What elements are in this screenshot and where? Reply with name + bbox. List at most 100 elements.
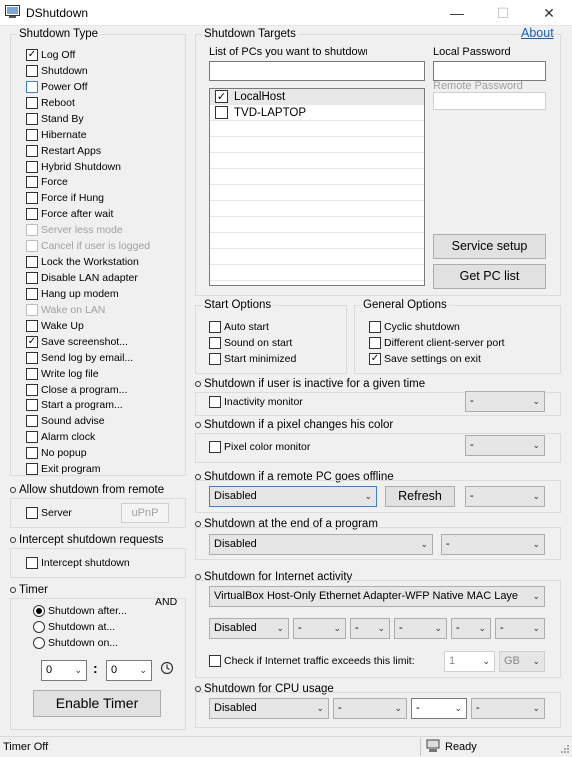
intercept-checkbox-box[interactable] bbox=[26, 557, 38, 569]
internet-limit-box[interactable] bbox=[209, 655, 221, 667]
upnp-button[interactable]: uPnP bbox=[121, 503, 169, 523]
enable-timer-button[interactable]: Enable Timer bbox=[33, 690, 161, 717]
title-bar[interactable]: DShutdown — ☐ ✕ bbox=[0, 0, 572, 26]
checkbox-box[interactable] bbox=[26, 319, 38, 332]
checkbox-box[interactable] bbox=[369, 337, 381, 349]
minimize-button[interactable]: — bbox=[434, 0, 480, 26]
internet-mode-select[interactable]: Disabled ⌄ bbox=[209, 618, 289, 639]
remote-offline-select-2[interactable]: - ⌄ bbox=[465, 486, 545, 507]
checkbox-box[interactable] bbox=[26, 240, 38, 253]
server-checkbox-box[interactable] bbox=[26, 507, 38, 519]
checkbox-box[interactable]: ✓ bbox=[26, 49, 38, 61]
checkbox-send-log-by-email[interactable]: Send log by email... bbox=[26, 351, 133, 365]
checkbox-box[interactable] bbox=[369, 321, 381, 333]
intercept-checkbox[interactable]: Intercept shutdown bbox=[26, 556, 130, 570]
timer-hours-select[interactable]: 0 ⌄ bbox=[41, 660, 87, 681]
checkbox-box[interactable] bbox=[26, 463, 38, 476]
checkbox-box[interactable] bbox=[26, 272, 38, 285]
checkbox-box[interactable] bbox=[26, 128, 38, 141]
checkbox-box[interactable] bbox=[26, 383, 38, 396]
timer-radio-shutdown-at[interactable]: Shutdown at... bbox=[33, 620, 115, 634]
checkbox-box[interactable] bbox=[209, 353, 221, 365]
inactive-select[interactable]: - ⌄ bbox=[465, 391, 545, 412]
checkbox-box[interactable] bbox=[26, 367, 38, 380]
checkbox-start-minimized[interactable]: Start minimized bbox=[209, 352, 296, 366]
checkbox-cyclic-shutdown[interactable]: Cyclic shutdown bbox=[369, 320, 460, 334]
checkbox-box[interactable] bbox=[26, 224, 38, 237]
checkbox-box[interactable] bbox=[26, 415, 38, 428]
checkbox-reboot[interactable]: Reboot bbox=[26, 96, 75, 110]
checkbox-disable-lan-adapter[interactable]: Disable LAN adapter bbox=[26, 271, 138, 285]
cpu-select-3[interactable]: - ⌄ bbox=[471, 698, 545, 719]
checkbox-write-log-file[interactable]: Write log file bbox=[26, 367, 99, 381]
internet-adapter-select[interactable]: VirtualBox Host-Only Ethernet Adapter-WF… bbox=[209, 586, 545, 607]
checkbox-box[interactable] bbox=[26, 64, 38, 77]
checkbox-lock-the-workstation[interactable]: Lock the Workstation bbox=[26, 255, 139, 269]
checkbox-box[interactable] bbox=[26, 208, 38, 221]
internet-limit-checkbox[interactable]: Check if Internet traffic exceeds this l… bbox=[209, 654, 415, 668]
pc-checkbox[interactable]: ✓ bbox=[215, 90, 228, 103]
checkbox-log-off[interactable]: ✓ Log Off bbox=[26, 48, 75, 62]
inactivity-monitor-box[interactable] bbox=[209, 396, 221, 408]
checkbox-sound-advise[interactable]: Sound advise bbox=[26, 414, 105, 428]
internet-select-3[interactable]: - ⌄ bbox=[394, 618, 447, 639]
checkbox-box[interactable] bbox=[26, 287, 38, 300]
checkbox-box[interactable] bbox=[209, 321, 221, 333]
refresh-button[interactable]: Refresh bbox=[385, 486, 455, 507]
pc-list-item[interactable]: TVD-LAPTOP bbox=[210, 105, 424, 121]
checkbox-box[interactable] bbox=[26, 256, 38, 269]
checkbox-cancel-if-user-is-logged[interactable]: Cancel if user is logged bbox=[26, 239, 150, 253]
checkbox-box[interactable] bbox=[26, 160, 38, 173]
checkbox-wake-up[interactable]: Wake Up bbox=[26, 319, 84, 333]
end-program-select-2[interactable]: - ⌄ bbox=[441, 534, 545, 555]
checkbox-box[interactable] bbox=[209, 337, 221, 349]
checkbox-force-after-wait[interactable]: Force after wait bbox=[26, 207, 113, 221]
pc-name-input[interactable] bbox=[209, 61, 425, 81]
checkbox-box[interactable] bbox=[26, 431, 38, 444]
pc-list[interactable]: ✓ LocalHost TVD-LAPTOP bbox=[209, 88, 425, 286]
checkbox-start-a-program[interactable]: Start a program... bbox=[26, 398, 123, 412]
checkbox-restart-apps[interactable]: Restart Apps bbox=[26, 144, 101, 158]
timer-radio-shutdown-after[interactable]: Shutdown after... bbox=[33, 604, 127, 618]
checkbox-close-a-program[interactable]: Close a program... bbox=[26, 383, 127, 397]
checkbox-alarm-clock[interactable]: Alarm clock bbox=[26, 430, 95, 444]
timer-radio-shutdown-on[interactable]: Shutdown on... bbox=[33, 636, 118, 650]
inactivity-monitor-checkbox[interactable]: Inactivity monitor bbox=[209, 395, 303, 409]
radio-dot[interactable] bbox=[33, 605, 45, 617]
cpu-select-2[interactable]: - ⌄ bbox=[411, 698, 467, 719]
internet-select-1[interactable]: - ⌄ bbox=[293, 618, 346, 639]
pc-checkbox[interactable] bbox=[215, 106, 228, 119]
maximize-button[interactable]: ☐ bbox=[480, 0, 526, 26]
checkbox-wake-on-lan[interactable]: Wake on LAN bbox=[26, 303, 105, 317]
cpu-select-1[interactable]: - ⌄ bbox=[333, 698, 407, 719]
checkbox-box[interactable]: ✓ bbox=[26, 335, 38, 348]
checkbox-box[interactable]: ✓ bbox=[369, 353, 381, 365]
internet-select-4[interactable]: - ⌄ bbox=[451, 618, 491, 639]
checkbox-no-popup[interactable]: No popup bbox=[26, 446, 87, 460]
server-checkbox[interactable]: Server bbox=[26, 506, 72, 520]
internet-select-2[interactable]: - ⌄ bbox=[350, 618, 390, 639]
checkbox-exit-program[interactable]: Exit program bbox=[26, 462, 101, 476]
clock-icon[interactable] bbox=[160, 661, 174, 675]
checkbox-force[interactable]: Force bbox=[26, 175, 68, 189]
checkbox-hang-up-modem[interactable]: Hang up modem bbox=[26, 287, 119, 301]
checkbox-box[interactable] bbox=[26, 303, 38, 316]
remote-offline-select[interactable]: Disabled ⌄ bbox=[209, 486, 377, 507]
service-setup-button[interactable]: Service setup bbox=[433, 234, 546, 259]
checkbox-box[interactable] bbox=[26, 176, 38, 189]
checkbox-server-less-mode[interactable]: Server less mode bbox=[26, 223, 123, 237]
checkbox-box[interactable] bbox=[26, 112, 38, 125]
internet-limit-value-select[interactable]: 1 ⌄ bbox=[444, 651, 495, 672]
radio-dot[interactable] bbox=[33, 637, 45, 649]
cpu-mode-select[interactable]: Disabled ⌄ bbox=[209, 698, 329, 719]
about-link[interactable]: About bbox=[521, 26, 554, 40]
remote-password-input[interactable] bbox=[433, 92, 546, 110]
checkbox-box[interactable] bbox=[26, 447, 38, 460]
pixel-select[interactable]: - ⌄ bbox=[465, 435, 545, 456]
checkbox-hybrid-shutdown[interactable]: Hybrid Shutdown bbox=[26, 160, 121, 174]
checkbox-shutdown[interactable]: Shutdown bbox=[26, 64, 88, 78]
checkbox-different-client-server-port[interactable]: Different client-server port bbox=[369, 336, 505, 350]
checkbox-box[interactable] bbox=[26, 192, 38, 205]
pc-list-item[interactable]: ✓ LocalHost bbox=[210, 89, 424, 105]
get-pc-list-button[interactable]: Get PC list bbox=[433, 264, 546, 289]
